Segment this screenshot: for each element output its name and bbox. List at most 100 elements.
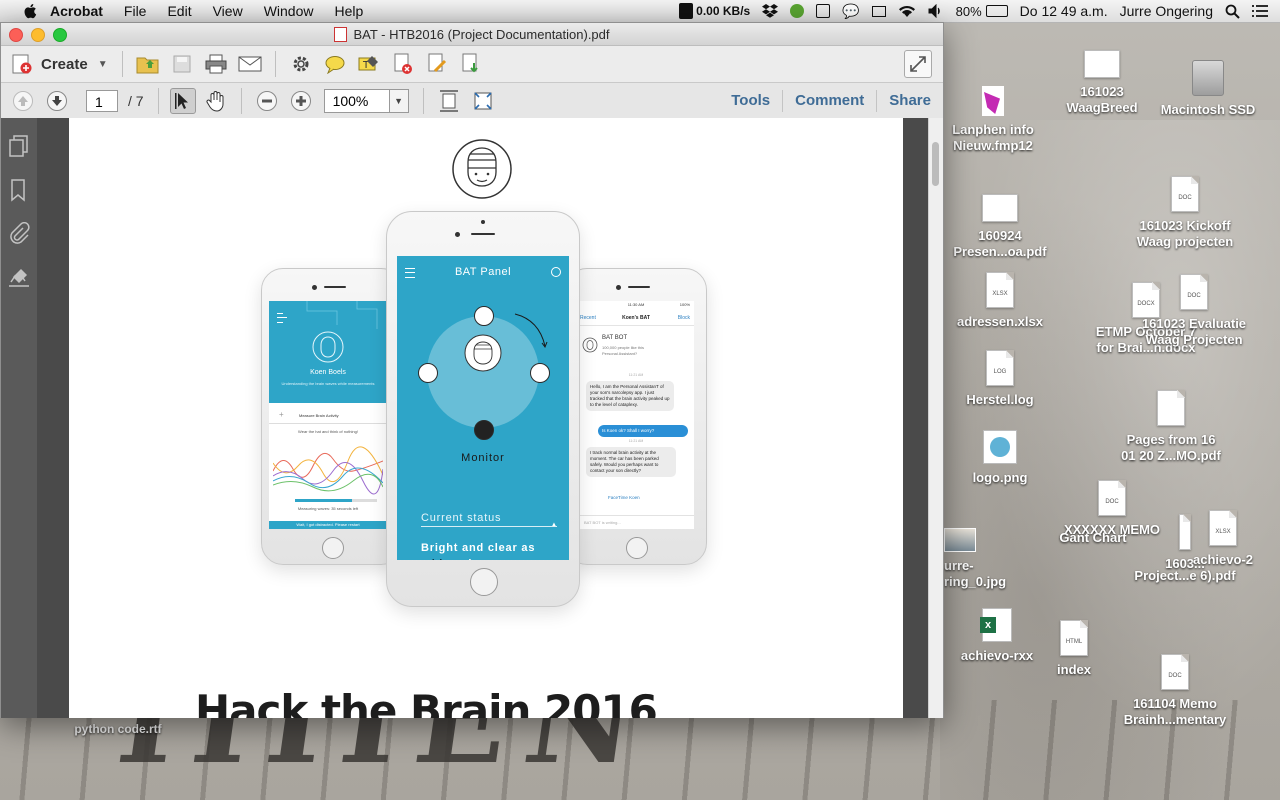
- desktop-icon-evaluatie[interactable]: DOC 161023 Evaluatie Waag Projecten: [1134, 274, 1254, 348]
- status-caret-icon: ▲: [551, 522, 557, 528]
- tools-pane-button[interactable]: Tools: [719, 90, 782, 112]
- next-page-button[interactable]: [43, 87, 71, 115]
- spotlight-search-icon[interactable]: [1225, 4, 1240, 19]
- desktop-icon-project-pdf[interactable]: Project...e 6).pdf: [1130, 568, 1240, 584]
- menu-view[interactable]: View: [213, 3, 243, 19]
- notification-center-icon[interactable]: [1252, 4, 1268, 18]
- bookmark-icon[interactable]: [7, 178, 31, 202]
- zoom-level-select[interactable]: 100% ▼: [323, 89, 409, 113]
- select-tool-button[interactable]: [169, 88, 196, 114]
- left-phone-screen: Koen Boels Understanding the brain waves…: [269, 301, 387, 529]
- pdf-page: Koen Boels Understanding the brain waves…: [69, 118, 903, 718]
- delete-markup-button[interactable]: [389, 50, 417, 78]
- phone-home-button: [322, 537, 344, 559]
- comment-pane-button[interactable]: Comment: [782, 90, 876, 112]
- mode-node-monitor: [474, 420, 494, 440]
- print-button[interactable]: [202, 50, 230, 78]
- wifi-icon[interactable]: [898, 4, 916, 18]
- scrollbar-thumb[interactable]: [932, 142, 939, 186]
- desktop-icon-gant-chart[interactable]: Gant Chart: [1058, 530, 1128, 546]
- desktop-icon-pages-from[interactable]: Pages from 16 01 20 Z...MO.pdf: [1116, 390, 1226, 464]
- battery-icon[interactable]: [985, 5, 1008, 17]
- fit-width-button[interactable]: [469, 87, 497, 115]
- phone-home-button: [626, 537, 648, 559]
- zoom-window-button[interactable]: [53, 28, 67, 42]
- folder-icon: [136, 57, 159, 74]
- sign-button[interactable]: [423, 50, 451, 78]
- document-thumbnail-icon: [1084, 50, 1120, 78]
- envelope-icon: [238, 56, 262, 72]
- close-window-button[interactable]: [9, 28, 23, 42]
- minimize-window-button[interactable]: [31, 28, 45, 42]
- fullscreen-button[interactable]: [904, 50, 932, 78]
- notes-icon[interactable]: [816, 4, 831, 18]
- desktop-icon-presentation-pdf[interactable]: 160924 Presen...oa.pdf: [950, 194, 1050, 260]
- email-button[interactable]: [236, 50, 264, 78]
- apple-icon[interactable]: [22, 2, 40, 20]
- desktop-icon-achievo-2[interactable]: XLSX achievo-2: [1188, 510, 1258, 568]
- delete-page-icon: [394, 53, 412, 74]
- message-timestamp: 11:21 AM: [628, 373, 644, 377]
- clock[interactable]: Do 12 49 a.m.: [1020, 3, 1108, 19]
- menu-app-name[interactable]: Acrobat: [50, 3, 103, 19]
- export-button[interactable]: [457, 50, 485, 78]
- highlight-tool-button[interactable]: T: [355, 50, 383, 78]
- airplay-icon[interactable]: [871, 5, 886, 17]
- sync-status-icon[interactable]: [790, 4, 805, 18]
- phone-speaker: [628, 286, 650, 288]
- network-speed[interactable]: 0.00 KB/s: [696, 4, 750, 18]
- share-pane-button[interactable]: Share: [876, 90, 943, 112]
- signature-icon[interactable]: [7, 266, 31, 290]
- desktop-icon-waagbreed[interactable]: 161023 WaagBreed: [1056, 50, 1148, 116]
- battery-percent[interactable]: 80%: [956, 4, 982, 19]
- desktop-icon-jurre-jpg[interactable]: urre- ring_0.jpg: [944, 528, 1008, 590]
- comment-tool-button[interactable]: [321, 50, 349, 78]
- desktop-icon-logo-png[interactable]: logo.png: [958, 430, 1042, 486]
- chevron-down-icon[interactable]: ▼: [388, 90, 408, 112]
- profile-name: Koen Boels: [310, 369, 346, 376]
- desktop-icon-label: adressen.xlsx: [956, 314, 1043, 329]
- bot-avatar-icon: [582, 337, 598, 353]
- previous-page-button[interactable]: [9, 87, 37, 115]
- zoom-in-button[interactable]: [287, 87, 315, 115]
- fit-page-button[interactable]: [435, 87, 463, 115]
- desktop-icon-python-rtf[interactable]: python code.rtf: [62, 721, 174, 737]
- desktop-icon-lanphen[interactable]: Lanphen info Nieuw.fmp12: [948, 86, 1038, 154]
- bat-logo-icon: [452, 139, 512, 199]
- desktop-icon-macintosh-ssd[interactable]: Macintosh SSD: [1156, 60, 1260, 118]
- page-number-input[interactable]: 1: [86, 90, 118, 112]
- hand-icon: [206, 91, 224, 112]
- desktop-icon-memo-brainh[interactable]: DOC 161104 Memo Brainh...mentary: [1116, 654, 1234, 728]
- save-button[interactable]: [168, 50, 196, 78]
- user-name[interactable]: Jurre Ongering: [1120, 3, 1213, 19]
- messages-icon[interactable]: 💬: [842, 3, 859, 20]
- document-body: Koen Boels Understanding the brain waves…: [1, 118, 943, 718]
- fit-width-icon: [474, 92, 492, 110]
- measure-progress-fill: [295, 499, 353, 502]
- restart-footer: Wait, I got distracted. Please restart: [269, 521, 387, 529]
- dropbox-icon[interactable]: [762, 4, 779, 18]
- menu-edit[interactable]: Edit: [167, 3, 191, 19]
- page-thumbnails-icon[interactable]: [7, 134, 31, 158]
- volume-icon[interactable]: [928, 4, 944, 18]
- attachment-icon[interactable]: [7, 222, 31, 246]
- open-file-button[interactable]: [134, 50, 162, 78]
- instruction-text: Wear the hat and think of nothing!: [298, 429, 358, 434]
- menu-file[interactable]: File: [124, 3, 147, 19]
- hand-tool-button[interactable]: [202, 87, 230, 115]
- create-button[interactable]: Create ▼: [11, 53, 108, 75]
- zoom-out-button[interactable]: [253, 87, 281, 115]
- phone-mockup-left: Koen Boels Understanding the brain waves…: [261, 268, 403, 565]
- settings-button[interactable]: [287, 50, 315, 78]
- desktop-icon-kickoff[interactable]: DOC 161023 Kickoff Waag projecten: [1130, 176, 1240, 250]
- vertical-scrollbar[interactable]: [928, 118, 943, 718]
- desktop-icon-adressen[interactable]: XLSX adressen.xlsx: [954, 272, 1046, 330]
- menu-help[interactable]: Help: [334, 3, 363, 19]
- desktop-icon-index[interactable]: HTML index: [1046, 620, 1102, 678]
- window-titlebar[interactable]: BAT - HTB2016 (Project Documentation).pd…: [1, 23, 943, 46]
- desktop-icon-achievo-rxx[interactable]: x achievo-rxx: [954, 608, 1040, 664]
- document-viewport[interactable]: Koen Boels Understanding the brain waves…: [37, 118, 943, 718]
- desktop-icon-herstel-log[interactable]: LOG Herstel.log: [956, 350, 1044, 408]
- network-monitor-icon[interactable]: [679, 3, 694, 19]
- menu-window[interactable]: Window: [264, 3, 314, 19]
